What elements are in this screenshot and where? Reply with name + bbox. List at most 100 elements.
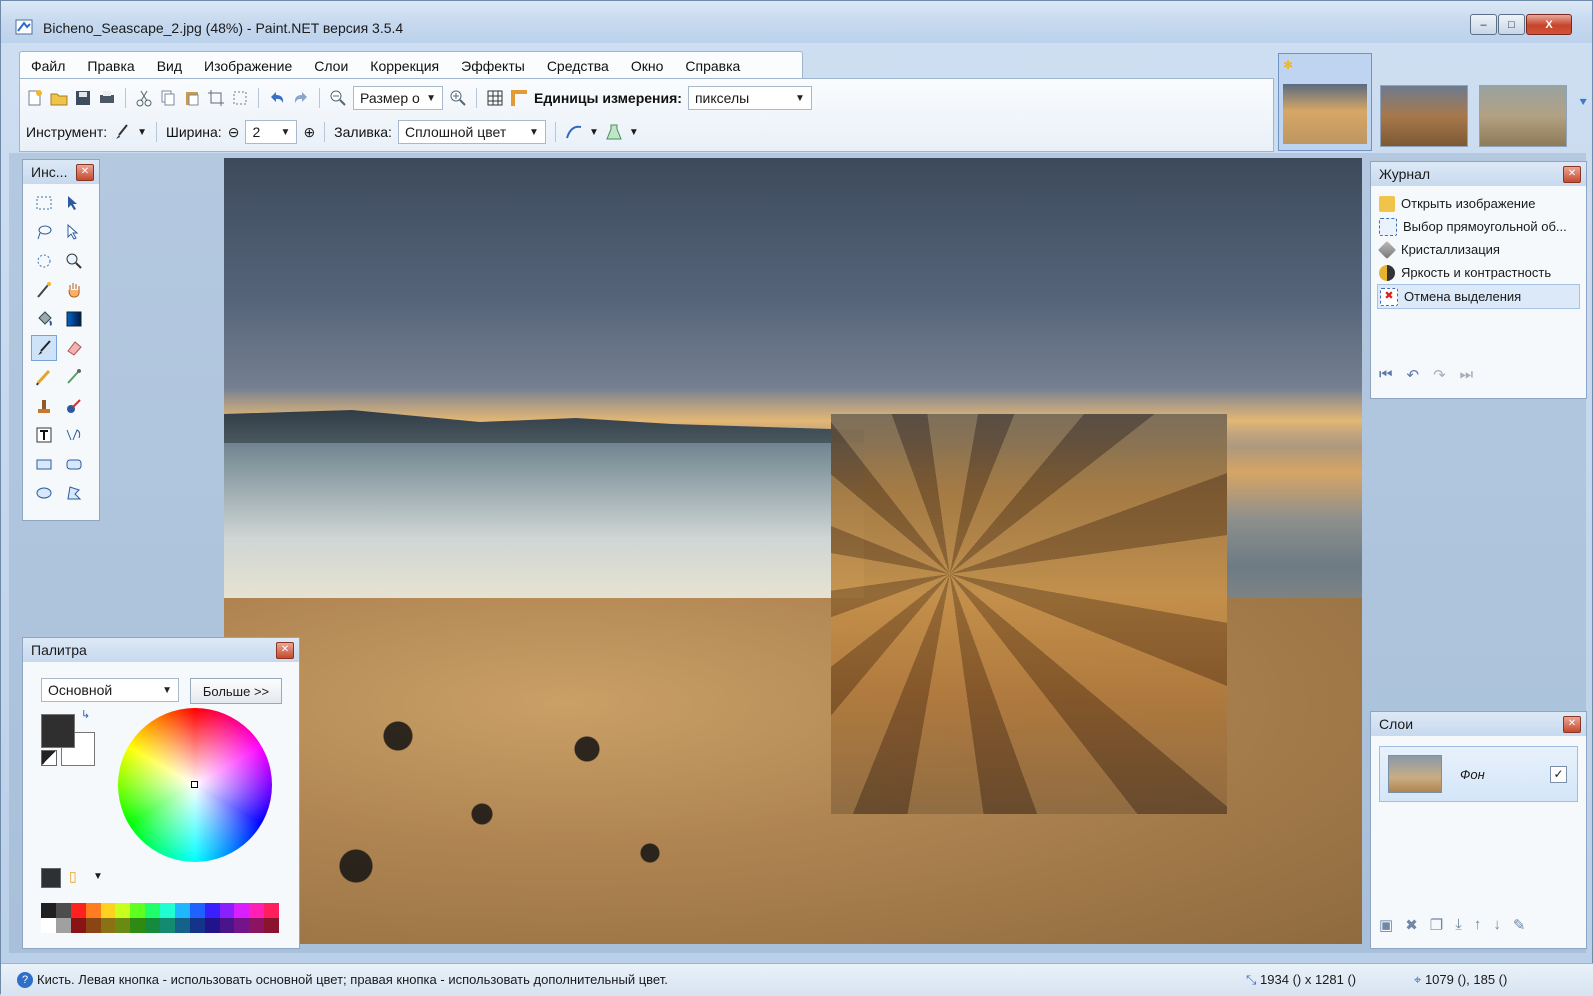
menu-layers[interactable]: Слои — [303, 58, 359, 74]
save-icon[interactable] — [74, 89, 92, 107]
history-item-selected[interactable]: ✖ Отмена выделения — [1377, 284, 1580, 309]
rectangle-select-tool-icon[interactable] — [31, 190, 57, 216]
redo-icon[interactable] — [292, 89, 310, 107]
chevron-down-icon[interactable]: ▼ — [589, 127, 599, 138]
image-canvas[interactable] — [224, 158, 1362, 944]
antialiasing-icon[interactable] — [565, 123, 583, 141]
undo-icon[interactable] — [268, 89, 286, 107]
open-folder-icon[interactable] — [50, 89, 68, 107]
crop-to-selection-icon[interactable] — [207, 89, 225, 107]
ruler-icon[interactable] — [510, 89, 528, 107]
new-file-icon[interactable] — [26, 89, 44, 107]
swap-colors-icon[interactable]: ↳ — [81, 708, 90, 721]
color-picker-tool-icon[interactable] — [61, 364, 87, 390]
maximize-button[interactable]: □ — [1498, 14, 1525, 35]
width-combo[interactable]: 2 ▼ — [245, 120, 298, 144]
print-icon[interactable] — [98, 89, 116, 107]
thumbnail-antelope[interactable] — [1479, 85, 1567, 147]
line-curve-tool-icon[interactable] — [61, 422, 87, 448]
menu-edit[interactable]: Правка — [76, 58, 145, 74]
gradient-tool-icon[interactable] — [61, 306, 87, 332]
color-wheel[interactable] — [118, 708, 272, 862]
width-increase-icon[interactable]: ⊕ — [303, 124, 315, 141]
magic-wand-tool-icon[interactable] — [31, 277, 57, 303]
more-colors-button[interactable]: Больше >> — [190, 678, 282, 704]
menu-tools[interactable]: Средства — [536, 58, 620, 74]
menu-adjustments[interactable]: Коррекция — [359, 58, 450, 74]
text-tool-icon[interactable] — [31, 422, 57, 448]
rectangle-tool-icon[interactable] — [31, 451, 57, 477]
move-selected-pixels-tool-icon[interactable] — [61, 190, 87, 216]
zoom-out-icon[interactable] — [329, 89, 347, 107]
history-item[interactable]: Открыть изображение — [1377, 192, 1580, 215]
move-layer-down-icon[interactable]: ↓ — [1493, 916, 1501, 934]
fast-forward-to-end-icon[interactable]: ⏭ — [1460, 366, 1474, 384]
primary-color-swatch[interactable] — [41, 714, 75, 748]
deselect-icon[interactable] — [231, 89, 249, 107]
zoom-tool-icon[interactable] — [61, 248, 87, 274]
menu-window[interactable]: Окно — [620, 58, 675, 74]
close-icon[interactable]: ✕ — [76, 164, 94, 181]
close-button[interactable]: X — [1526, 14, 1572, 35]
redo-icon[interactable]: ↷ — [1433, 366, 1446, 384]
move-selection-tool-icon[interactable] — [61, 219, 87, 245]
clone-stamp-tool-icon[interactable] — [31, 393, 57, 419]
close-icon[interactable]: ✕ — [1563, 166, 1581, 183]
tools-grid — [31, 190, 91, 509]
rewind-to-start-icon[interactable]: ⏮ — [1379, 366, 1393, 384]
grid-icon[interactable] — [486, 89, 504, 107]
lasso-select-tool-icon[interactable] — [31, 219, 57, 245]
paint-bucket-tool-icon[interactable] — [31, 306, 57, 332]
duplicate-layer-icon[interactable]: ❐ — [1430, 916, 1443, 934]
thumbnails-expand-icon[interactable]: ⯆ — [1578, 95, 1588, 111]
thumbnail-house[interactable] — [1380, 85, 1468, 147]
units-combo[interactable]: пикселы ▼ — [687, 86, 812, 110]
layer-properties-icon[interactable]: ✎ — [1513, 916, 1526, 934]
chevron-down-icon[interactable]: ▼ — [137, 127, 147, 138]
undo-icon[interactable]: ↶ — [1407, 366, 1420, 384]
zoom-combo[interactable]: Размер о ▼ — [353, 86, 443, 110]
ellipse-select-tool-icon[interactable] — [31, 248, 57, 274]
minimize-button[interactable]: – — [1470, 14, 1497, 35]
menu-view[interactable]: Вид — [146, 58, 193, 74]
recolor-tool-icon[interactable] — [61, 393, 87, 419]
palette-swatches[interactable] — [41, 903, 279, 933]
layer-visibility-checkbox[interactable]: ✓ — [1550, 765, 1567, 783]
history-item[interactable]: Яркость и контрастность — [1377, 261, 1580, 284]
palette-mode-select[interactable]: Основной ▼ — [41, 678, 179, 702]
close-icon[interactable]: ✕ — [1563, 716, 1581, 733]
palette-menu-icon[interactable]: ▯ — [69, 868, 77, 885]
menu-image[interactable]: Изображение — [193, 58, 303, 74]
ellipse-tool-icon[interactable] — [31, 480, 57, 506]
chevron-down-icon[interactable]: ▼ — [93, 871, 103, 882]
brush-icon[interactable] — [113, 123, 131, 141]
add-layer-icon[interactable]: ▣ — [1379, 916, 1393, 934]
thumbnail-active[interactable]: ✱ — [1278, 53, 1372, 151]
zoom-in-icon[interactable] — [449, 89, 467, 107]
eraser-tool-icon[interactable] — [61, 335, 87, 361]
paintbrush-tool-icon[interactable] — [31, 335, 57, 361]
menu-file[interactable]: Файл — [20, 58, 76, 74]
move-layer-up-icon[interactable]: ↑ — [1474, 916, 1482, 934]
merge-layer-down-icon[interactable]: ⤓ — [1455, 916, 1462, 934]
fill-combo[interactable]: Сплошной цвет ▼ — [397, 120, 546, 144]
pencil-tool-icon[interactable] — [31, 364, 57, 390]
chevron-down-icon[interactable]: ▼ — [629, 127, 639, 138]
blend-mode-icon[interactable] — [605, 123, 623, 141]
menu-help[interactable]: Справка — [674, 58, 751, 74]
delete-layer-icon[interactable]: ✖ — [1405, 916, 1418, 934]
close-icon[interactable]: ✕ — [276, 642, 294, 659]
paste-icon[interactable] — [183, 89, 201, 107]
freeform-shape-tool-icon[interactable] — [61, 480, 87, 506]
menu-effects[interactable]: Эффекты — [450, 58, 536, 74]
pan-tool-icon[interactable] — [61, 277, 87, 303]
history-item[interactable]: Кристаллизация — [1377, 238, 1580, 261]
rounded-rectangle-tool-icon[interactable] — [61, 451, 87, 477]
width-decrease-icon[interactable]: ⊖ — [228, 124, 240, 141]
cut-icon[interactable] — [135, 89, 153, 107]
reset-colors-icon[interactable] — [41, 750, 57, 766]
add-to-palette-icon[interactable] — [41, 868, 61, 888]
history-item[interactable]: Выбор прямоугольной об... — [1377, 215, 1580, 238]
copy-icon[interactable] — [159, 89, 177, 107]
layer-row[interactable]: Фон ✓ — [1379, 746, 1578, 802]
